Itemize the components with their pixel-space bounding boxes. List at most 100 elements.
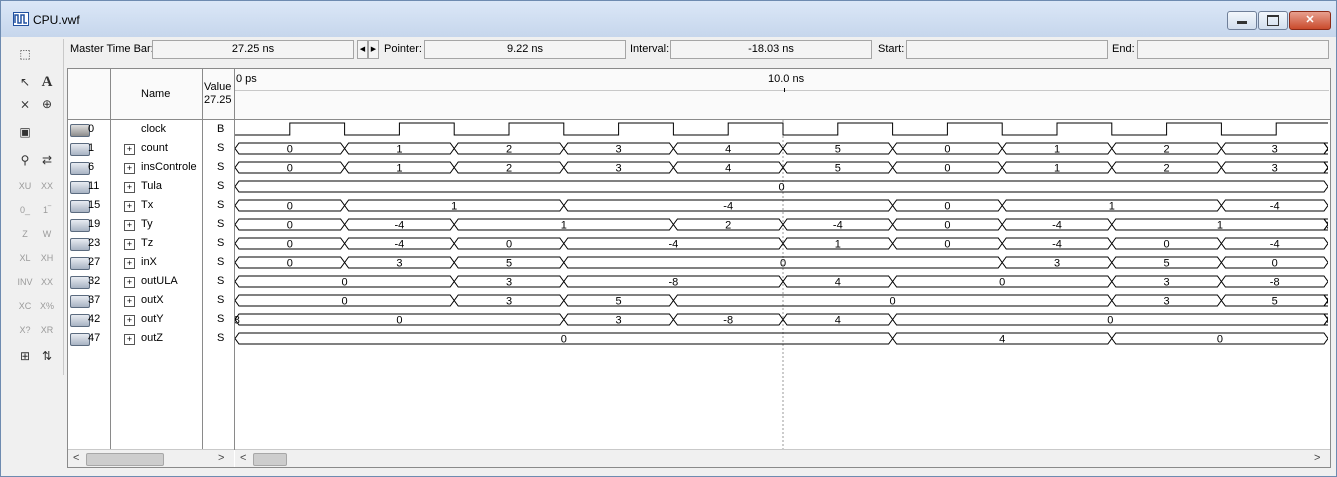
signal-row[interactable]: 19 + Ty S [68,216,234,235]
interval-label: Interval: [630,43,670,55]
select-icon[interactable]: ⬚ [15,45,35,63]
bus-value-label: 5 [506,258,512,270]
expand-icon[interactable]: + [124,277,135,288]
close-button[interactable]: ✕ [1289,11,1331,30]
signal-row[interactable]: 37 + outX S [68,292,234,311]
bus-value-label: 4 [1326,144,1328,156]
expand-icon[interactable]: + [124,220,135,231]
signal-index: 19 [88,218,101,230]
sort-icon[interactable]: ⇅ [37,347,57,365]
signal-name: clock [141,123,167,135]
zoom-icon[interactable]: ⊕ [37,95,57,113]
bus-value-label: 0 [944,144,950,156]
expand-icon[interactable]: + [124,315,135,326]
signal-value: S [217,142,225,154]
bus-value-label: 1 [1217,220,1223,232]
name-column-header[interactable]: Name [141,88,170,100]
bus-value-label: 0 [944,163,950,175]
output-pin-icon [70,162,90,175]
bus-value-label: 3 [616,163,622,175]
bus-value-label: 2 [1164,144,1170,156]
wave-scroll-thumb[interactable] [253,453,287,466]
master-prev-button[interactable]: ◀ [357,40,368,59]
signal-row[interactable]: 1 + count S [68,140,234,159]
signal-row[interactable]: 32 + outULA S [68,273,234,292]
question-icon[interactable]: X? [15,321,35,339]
signal-row[interactable]: 47 + outZ S [68,330,234,349]
fullscreen-icon[interactable]: ▣ [15,123,35,141]
force-low-weak-icon[interactable]: XL [15,249,35,267]
signal-row[interactable]: 15 + Tx S [68,197,234,216]
bus-value-label: 2 [1326,220,1328,232]
text-icon[interactable]: A [37,73,57,91]
find-icon[interactable]: ⚲ [15,151,35,169]
signal-name: Tz [141,237,154,249]
interval-field: -18.03 ns [670,40,872,59]
clock-icon[interactable]: XC [15,297,35,315]
signal-row[interactable]: 23 + Tz S [68,235,234,254]
bus-value-label: 0 [1272,258,1278,270]
names-hscrollbar[interactable]: < > [68,449,234,467]
signal-row[interactable]: 27 + inX S [68,254,234,273]
master-next-button[interactable]: ▶ [368,40,379,59]
invert-icon[interactable]: XU [15,177,35,195]
expand-icon[interactable]: + [124,144,135,155]
expand-icon[interactable]: + [124,201,135,212]
signal-value: S [217,237,225,249]
expand-icon[interactable]: + [124,163,135,174]
title-bar[interactable]: CPU.vwf ✕ [1,1,1336,37]
expand-icon[interactable]: + [124,239,135,250]
count-icon[interactable]: XX [37,177,57,195]
output-pin-icon [70,295,90,308]
bus-value-label: 0 [506,239,512,251]
overwrite-icon[interactable]: X% [37,297,57,315]
close-icon: ✕ [1305,14,1315,26]
signal-row[interactable]: 42 + outY S [68,311,234,330]
force-low-icon[interactable]: 0_ [15,201,35,219]
force-weak-icon[interactable]: W [37,225,57,243]
grouping-icon[interactable]: ⊞ [15,347,35,365]
expand-icon[interactable]: + [124,334,135,345]
force-high-icon[interactable]: 1‾ [37,201,57,219]
value-column-header[interactable]: Value [204,81,231,93]
selection-tool-icon[interactable]: ↖ [15,73,35,91]
force-unknown-icon[interactable]: Z [15,225,35,243]
bus-value-label: -4 [395,239,405,251]
signal-row[interactable]: 11 + Tula S [68,178,234,197]
signal-value: S [217,161,225,173]
wave-scroll-right-icon[interactable]: > [1314,452,1320,464]
force-high-weak-icon[interactable]: XH [37,249,57,267]
expand-icon[interactable]: + [124,258,135,269]
bus-value-label: 0 [287,163,293,175]
waveform-edit-icon[interactable]: ⨯ [15,95,35,113]
bus-value-label: -8 [235,315,240,327]
minimize-button[interactable] [1227,11,1257,30]
scroll-right-icon[interactable]: > [218,452,224,464]
bus-value-label: 0 [396,315,402,327]
signal-row[interactable]: 0 clock B [68,121,234,140]
column-header-row: Name Value 27.25 0 ps 10.0 ns [68,69,1330,120]
arbitrary-value-icon[interactable]: XR [37,321,57,339]
output-pin-icon [70,276,90,289]
end-field[interactable] [1137,40,1329,59]
wave-hscrollbar[interactable]: < > [235,449,1330,467]
expand-icon[interactable]: + [124,296,135,307]
replace-icon[interactable]: ⇄ [37,151,57,169]
random-icon[interactable]: XX [37,273,57,291]
end-label: End: [1112,43,1135,55]
start-field[interactable] [906,40,1108,59]
value-column-time: 27.25 [204,94,232,106]
signal-row[interactable]: 6 + insControle S [68,159,234,178]
dont-care-icon[interactable]: INV [15,273,35,291]
names-scroll-thumb[interactable] [86,453,164,466]
waveform-area[interactable]: 0 1 2 3 4 5 0 1 2 3 4 0 1 2 3 4 5 0 1 2 3 4 0 0 1 -4 0 1 -4 0 -4 1 2 -4 0 -… [235,120,1328,450]
wave-scroll-left-icon[interactable]: < [240,452,246,464]
output-pin-icon [70,333,90,346]
expand-icon[interactable]: + [124,182,135,193]
time-bar: Master Time Bar: 27.25 ns ◀ ▶ Pointer: 9… [67,39,1329,59]
scroll-left-icon[interactable]: < [73,452,79,464]
signal-index: 37 [88,294,101,306]
maximize-button[interactable] [1258,11,1288,30]
master-time-bar-field[interactable]: 27.25 ns [152,40,354,59]
input-pin-icon [70,124,90,137]
